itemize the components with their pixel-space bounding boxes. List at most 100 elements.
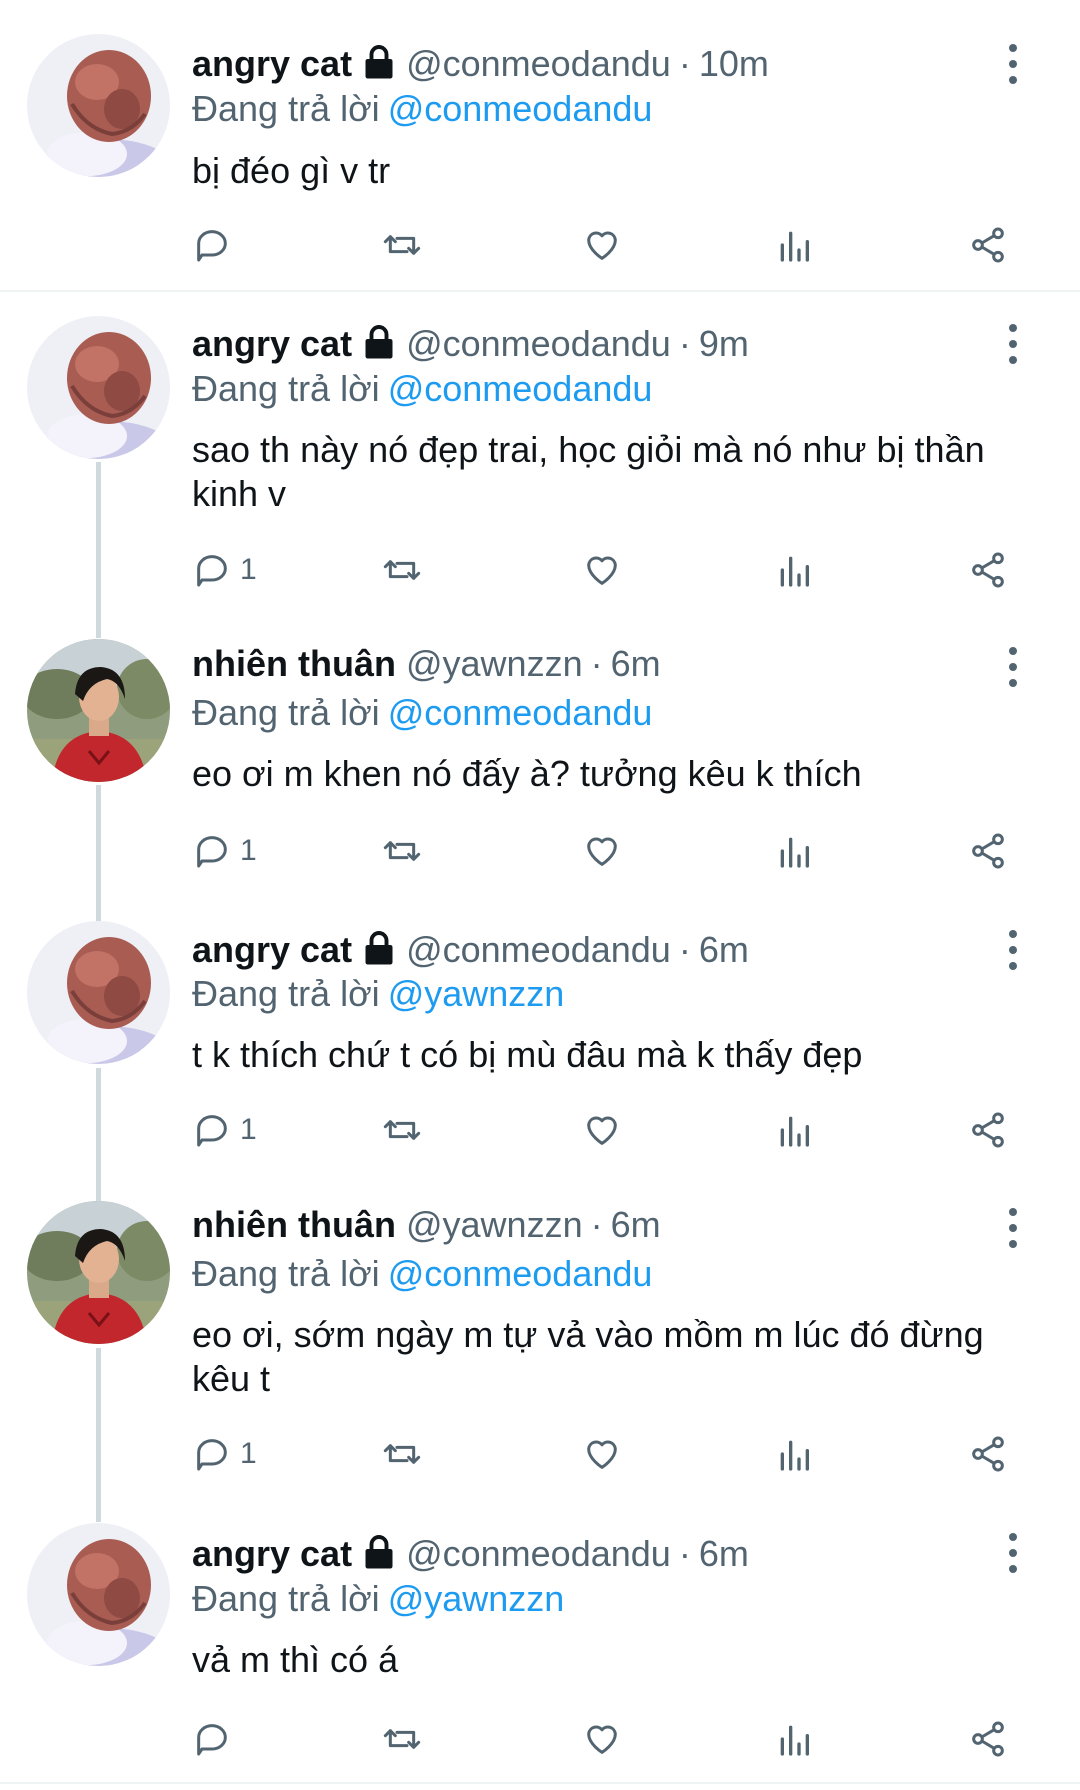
mention-link[interactable]: @conmeodandu [388,692,653,733]
display-name[interactable]: angry cat [192,1533,352,1575]
more-icon[interactable] [998,44,1028,84]
avatar[interactable] [27,34,170,177]
reply-icon [197,1439,227,1471]
replying-to: Đang trả lời @conmeodandu [192,1253,652,1295]
mention-link[interactable]: @yawnzzn [388,1578,565,1619]
display-name[interactable]: nhiên thuân [192,1204,396,1246]
more-icon[interactable] [998,930,1028,970]
thread-line [96,785,101,921]
like-button[interactable] [582,1715,622,1763]
handle[interactable]: @conmeodandu [406,323,671,365]
retweet-icon [383,1444,421,1464]
like-button[interactable] [582,221,622,269]
handle[interactable]: @yawnzzn [406,1204,583,1246]
stats-icon [780,1725,809,1756]
separator: · [678,43,691,84]
mention-link[interactable]: @yawnzzn [388,973,565,1014]
more-icon[interactable] [998,647,1028,687]
timestamp[interactable]: 9m [699,323,749,365]
share-button[interactable] [968,546,1008,594]
timestamp[interactable]: 6m [611,643,661,685]
heart-icon [587,837,617,866]
action-bar: 1 [192,1106,1022,1154]
like-button[interactable] [582,546,622,594]
avatar[interactable] [27,1201,170,1344]
more-icon[interactable] [998,324,1028,364]
avatar[interactable] [27,316,170,459]
avatar[interactable] [27,639,170,782]
timestamp[interactable]: 10m [699,43,769,85]
retweet-button[interactable] [382,827,422,875]
heart-icon [587,556,617,585]
mention-link[interactable]: @conmeodandu [388,88,653,129]
retweet-icon [383,235,421,255]
display-name[interactable]: nhiên thuân [192,643,396,685]
avatar[interactable] [27,921,170,1064]
heart-icon [587,231,617,260]
share-button[interactable] [968,1106,1008,1154]
stats-button[interactable] [774,1715,814,1763]
handle[interactable]: @conmeodandu [406,1533,671,1575]
reply-button[interactable] [192,221,240,269]
stats-button[interactable] [774,546,814,594]
action-bar: 1 [192,546,1022,594]
thread-line [96,1348,101,1522]
like-button[interactable] [582,1106,622,1154]
avatar[interactable] [27,1523,170,1666]
reply-count: 1 [240,834,257,867]
stats-icon [780,556,809,587]
reply-button[interactable] [192,1715,240,1763]
stats-button[interactable] [774,1106,814,1154]
like-button[interactable] [582,827,622,875]
tweet-text: bị đéo gì v tr [192,150,391,191]
share-button[interactable] [968,827,1008,875]
display-name[interactable]: angry cat [192,929,352,971]
retweet-icon [383,1120,421,1140]
reply-icon [197,230,227,262]
lock-icon [361,930,397,966]
thread-line [96,1068,101,1201]
timestamp[interactable]: 6m [699,929,749,971]
display-name[interactable]: angry cat [192,43,352,85]
like-button[interactable] [582,1430,622,1478]
lock-icon [361,44,397,80]
share-button[interactable] [968,221,1008,269]
retweet-button[interactable] [382,546,422,594]
reply-button[interactable]: 1 [192,546,257,594]
reply-button[interactable]: 1 [192,827,257,875]
mention-link[interactable]: @conmeodandu [388,368,653,409]
tweet-text: vả m thì có á [192,1639,399,1680]
action-bar [192,221,1022,269]
retweet-button[interactable] [382,1106,422,1154]
timestamp[interactable]: 6m [699,1533,749,1575]
more-icon[interactable] [998,1533,1028,1573]
retweet-icon [383,1729,421,1749]
reply-icon [197,555,227,587]
stats-button[interactable] [774,221,814,269]
reply-button[interactable]: 1 [192,1106,257,1154]
reply-button[interactable]: 1 [192,1430,257,1478]
separator: · [590,1204,603,1245]
stats-button[interactable] [774,1430,814,1478]
display-name[interactable]: angry cat [192,323,352,365]
retweet-button[interactable] [382,1430,422,1478]
replying-label: Đang trả lời [192,368,380,409]
share-button[interactable] [968,1715,1008,1763]
replying-label: Đang trả lời [192,692,380,733]
share-icon [972,552,1004,588]
retweet-button[interactable] [382,1715,422,1763]
stats-icon [780,1440,809,1471]
tweet-text: t k thích chứ t có bị mù đâu mà k thấy đ… [192,1034,863,1075]
more-icon[interactable] [998,1208,1028,1248]
handle[interactable]: @conmeodandu [406,43,671,85]
share-icon [972,227,1004,263]
stats-button[interactable] [774,827,814,875]
mention-link[interactable]: @conmeodandu [388,1253,653,1294]
handle[interactable]: @yawnzzn [406,643,583,685]
retweet-button[interactable] [382,221,422,269]
timestamp[interactable]: 6m [611,1204,661,1246]
replying-label: Đang trả lời [192,1253,380,1294]
tweet-text: eo ơi, sớm ngày m tự vả vào mồm m lúc đó… [192,1314,984,1399]
handle[interactable]: @conmeodandu [406,929,671,971]
share-button[interactable] [968,1430,1008,1478]
